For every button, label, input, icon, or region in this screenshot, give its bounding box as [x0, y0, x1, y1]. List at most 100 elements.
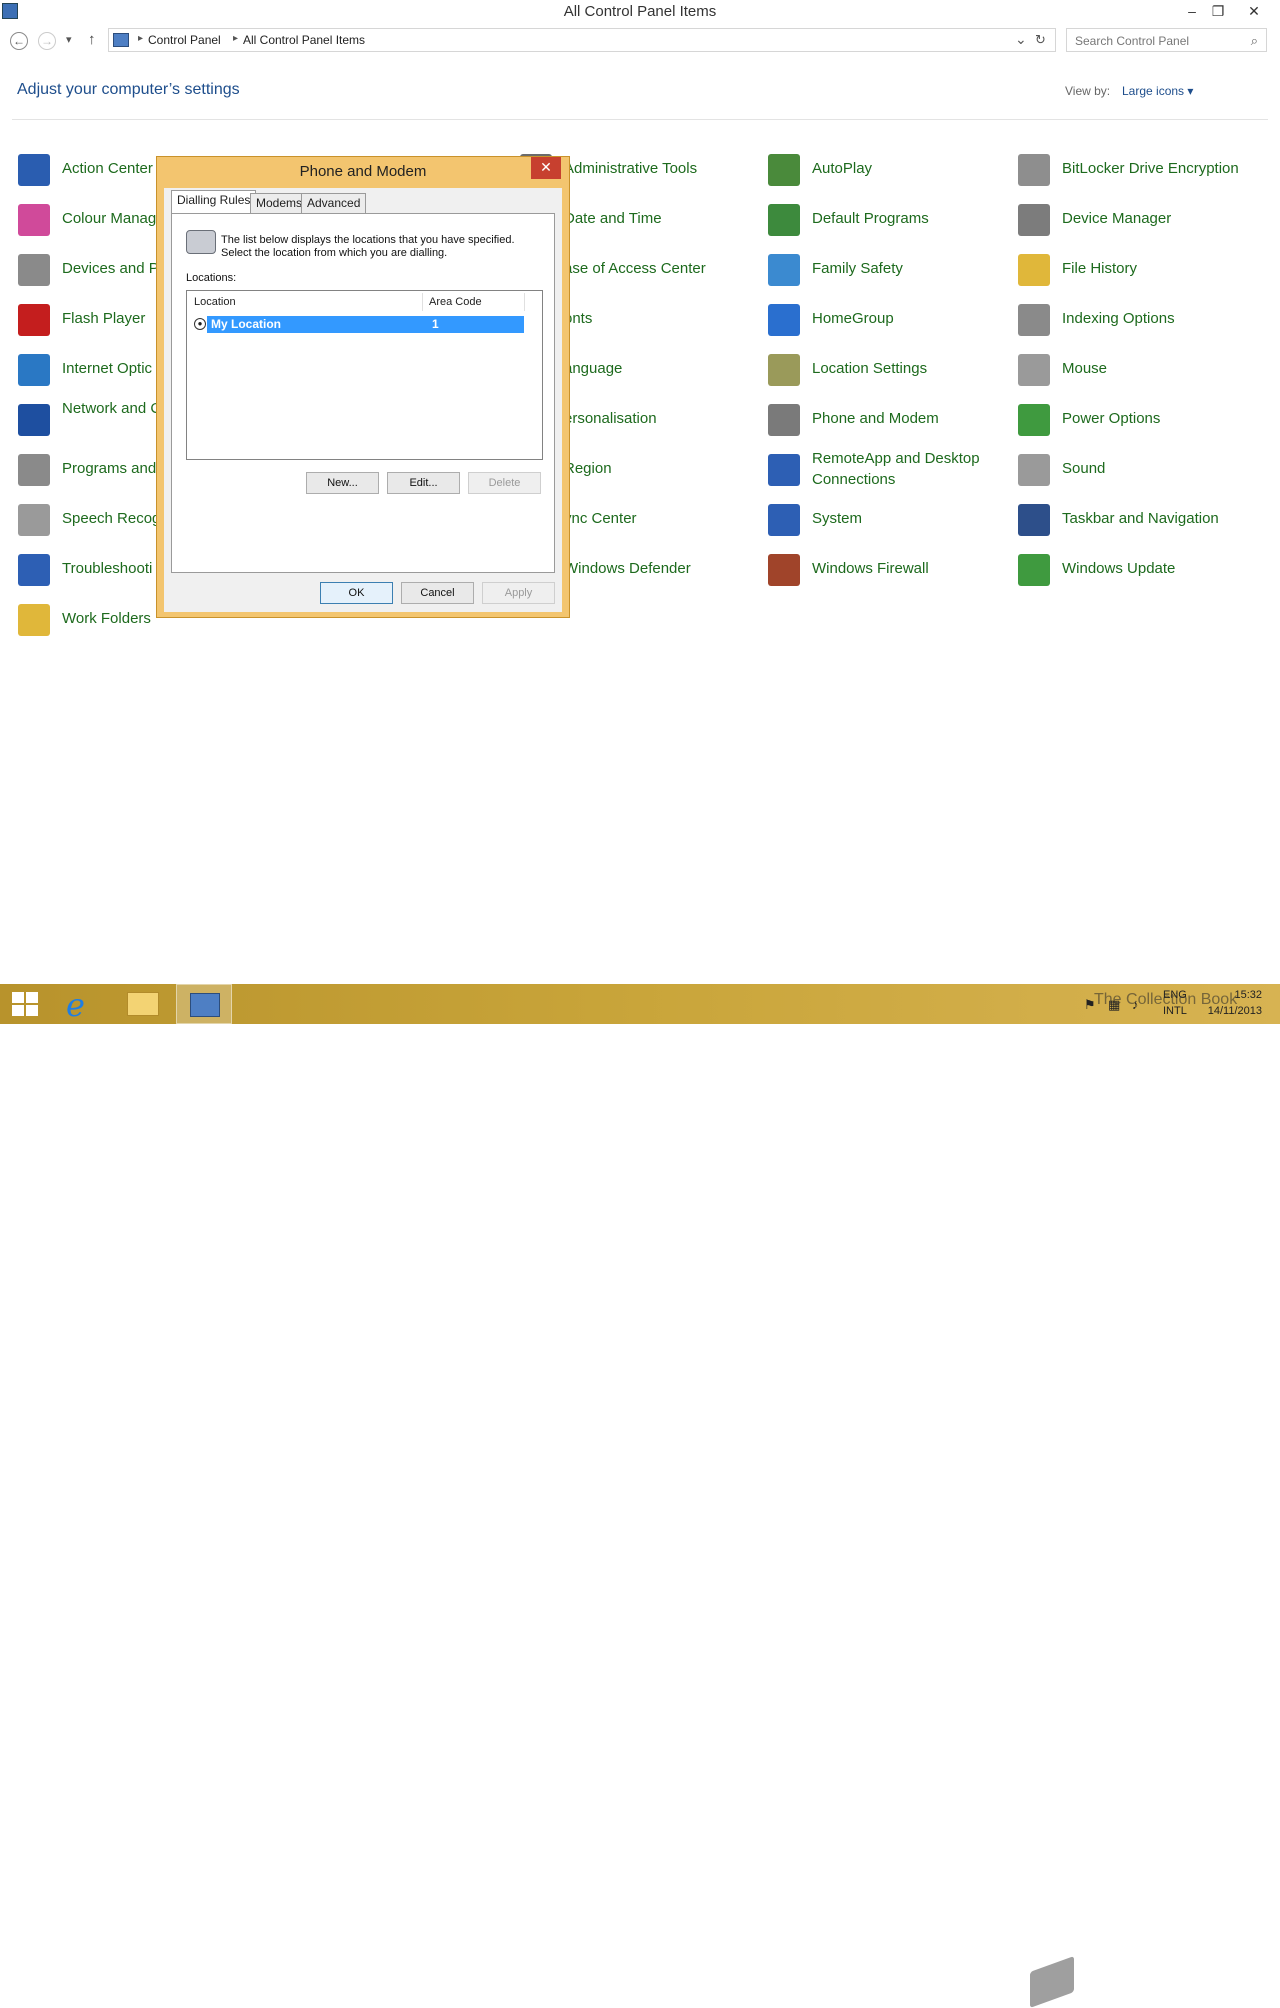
control-panel-item-icon — [768, 204, 800, 236]
control-panel-item[interactable]: Power Options — [1018, 404, 1258, 444]
control-panel-item[interactable]: Mouse — [1018, 354, 1258, 394]
dialling-rules-panel: The list below displays the locations th… — [171, 213, 555, 573]
control-panel-item[interactable]: RemoteApp and Desktop Connections — [768, 450, 1008, 494]
dialog-client-area: Dialling Rules Modems Advanced The list … — [164, 188, 562, 612]
forward-button[interactable]: → — [38, 32, 56, 50]
control-panel-icon — [113, 33, 129, 47]
control-panel-item-icon — [1018, 554, 1050, 586]
control-panel-item-icon — [1018, 154, 1050, 186]
control-panel-item-label: Windows Firewall — [812, 560, 929, 577]
control-panel-item-icon — [1018, 304, 1050, 336]
table-row[interactable]: My Location 1 — [206, 315, 525, 334]
control-panel-item-label: Indexing Options — [1062, 310, 1175, 327]
control-panel-item-icon — [768, 254, 800, 286]
control-panel-item-label: Sound — [1062, 460, 1106, 477]
control-panel-item-label: Region — [564, 460, 612, 477]
control-panel-item-icon — [1018, 454, 1050, 486]
recent-locations-button[interactable]: ▾ — [66, 33, 72, 46]
control-panel-item-icon — [1018, 404, 1050, 436]
refresh-icon[interactable]: ↻ — [1035, 32, 1046, 48]
view-by-dropdown[interactable]: Large icons ▾ — [1122, 84, 1193, 98]
phone-and-modem-dialog: Phone and Modem ✕ Dialling Rules Modems … — [156, 156, 570, 618]
close-button[interactable]: ✕ — [1240, 0, 1268, 22]
control-panel-item-icon — [768, 404, 800, 436]
control-panel-item-label: Power Options — [1062, 410, 1161, 427]
control-panel-item-label: Default Programs — [812, 210, 929, 227]
navigation-bar: ← → ▾ ↑ ▸ Control Panel ▸ All Control Pa… — [0, 28, 1280, 54]
control-panel-item-label: Location Settings — [812, 360, 928, 377]
cancel-button[interactable]: Cancel — [401, 582, 474, 604]
ok-button[interactable]: OK — [320, 582, 393, 604]
minimize-button[interactable]: – — [1178, 0, 1206, 22]
address-dropdown-icon[interactable]: ⌄ — [1015, 31, 1027, 48]
control-panel-taskbar-button[interactable] — [176, 984, 232, 1024]
control-panel-item-icon — [1018, 504, 1050, 536]
control-panel-item[interactable]: Device Manager — [1018, 204, 1258, 244]
column-header-area-code[interactable]: Area Code — [429, 291, 482, 313]
address-bar[interactable]: ▸ Control Panel ▸ All Control Panel Item… — [108, 28, 1056, 52]
breadcrumb-control-panel[interactable]: Control Panel — [148, 33, 221, 47]
column-header-location[interactable]: Location — [194, 291, 236, 313]
control-panel-item-icon — [18, 304, 50, 336]
book-watermark-icon — [1030, 1955, 1074, 2008]
tab-advanced[interactable]: Advanced — [301, 193, 367, 213]
control-panel-item-label: Mouse — [1062, 360, 1108, 377]
control-panel-item[interactable]: Sound — [1018, 454, 1258, 494]
view-by-label: View by: — [1065, 84, 1111, 98]
tab-modems[interactable]: Modems — [250, 193, 309, 213]
locations-label: Locations: — [186, 272, 237, 284]
control-panel-item[interactable]: Family Safety — [768, 254, 1008, 294]
control-panel-item-icon — [768, 354, 800, 386]
control-panel-item-icon — [1018, 254, 1050, 286]
breadcrumb-all-items[interactable]: All Control Panel Items — [243, 33, 365, 47]
dialog-title: Phone and Modem — [299, 163, 427, 180]
control-panel-item[interactable]: HomeGroup — [768, 304, 1008, 344]
search-input[interactable]: Search Control Panel ⌕ — [1066, 28, 1267, 52]
apply-button[interactable]: Apply — [482, 582, 555, 604]
control-panel-item[interactable]: Indexing Options — [1018, 304, 1258, 344]
new-button[interactable]: New... — [306, 472, 379, 494]
start-button[interactable] — [0, 984, 56, 1024]
control-panel-item[interactable]: File History — [1018, 254, 1258, 294]
control-panel-item-icon — [18, 254, 50, 286]
control-panel-item[interactable]: AutoPlay — [768, 154, 1008, 194]
windows-logo-icon — [12, 992, 38, 1016]
telephone-icon — [186, 230, 216, 254]
control-panel-item[interactable]: Location Settings — [768, 354, 1008, 394]
column-separator — [524, 293, 525, 311]
watermark-text: The Collection Book — [1094, 991, 1238, 1008]
selected-location-icon: ● — [194, 318, 206, 330]
back-button[interactable]: ← — [10, 32, 28, 50]
control-panel-item-icon — [768, 554, 800, 586]
info-line-1: The list below displays the locations th… — [221, 234, 515, 246]
window-title: All Control Panel Items — [563, 3, 717, 20]
page-title: Adjust your computer’s settings — [17, 81, 240, 98]
divider — [12, 119, 1268, 120]
up-button[interactable]: ↑ — [88, 31, 96, 48]
control-panel-item[interactable]: System — [768, 504, 1008, 544]
control-panel-item[interactable]: Taskbar and Navigation — [1018, 504, 1258, 544]
edit-button[interactable]: Edit... — [387, 472, 460, 494]
control-panel-item-label: System — [812, 510, 863, 527]
delete-button[interactable]: Delete — [468, 472, 541, 494]
control-panel-item-label: Windows Update — [1062, 560, 1176, 577]
restore-button[interactable]: ❐ — [1204, 0, 1232, 22]
control-panel-item[interactable]: Phone and Modem — [768, 404, 1008, 444]
dialog-close-button[interactable]: ✕ — [531, 157, 561, 179]
internet-explorer-taskbar-button[interactable]: e — [54, 984, 110, 1024]
control-panel-item-icon — [18, 204, 50, 236]
control-panel-item-icon — [18, 554, 50, 586]
control-panel-item[interactable]: Windows Update — [1018, 554, 1258, 594]
tab-dialling-rules[interactable]: Dialling Rules — [171, 190, 257, 213]
search-icon[interactable]: ⌕ — [1251, 33, 1258, 49]
control-panel-item-label: anguage — [564, 360, 623, 377]
control-panel-item[interactable]: Default Programs — [768, 204, 1008, 244]
locations-list[interactable]: Location Area Code ● My Location 1 — [186, 290, 543, 460]
control-panel-item-label: Phone and Modem — [812, 410, 939, 427]
control-panel-item-label: Windows Defender — [564, 560, 691, 577]
control-panel-item-icon — [768, 154, 800, 186]
control-panel-item[interactable]: BitLocker Drive Encryption — [1018, 154, 1258, 194]
control-panel-item-icon — [18, 504, 50, 536]
file-explorer-taskbar-button[interactable] — [115, 984, 171, 1024]
control-panel-item[interactable]: Windows Firewall — [768, 554, 1008, 594]
